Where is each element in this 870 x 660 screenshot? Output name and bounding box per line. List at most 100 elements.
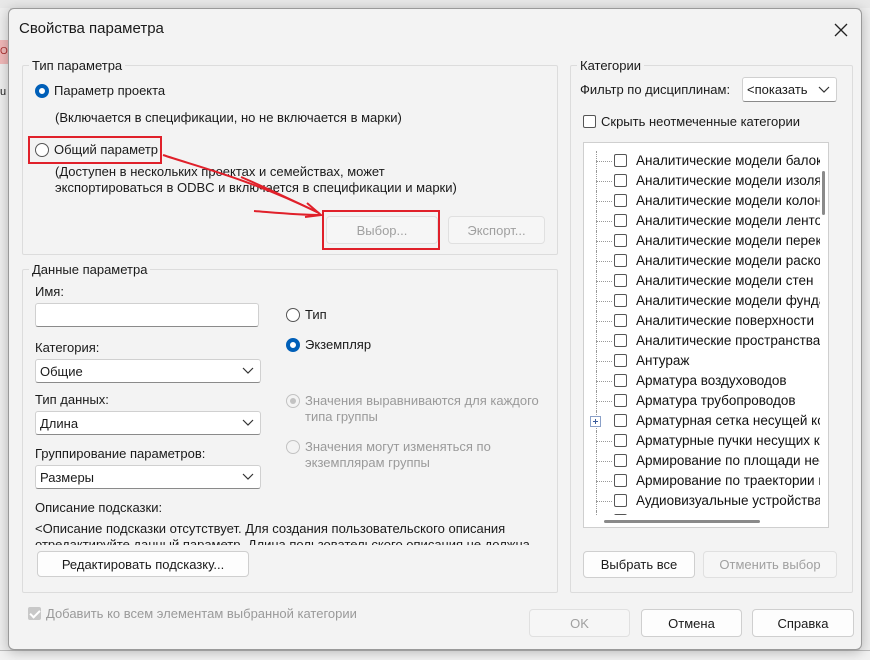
category-checkbox[interactable] <box>614 174 627 187</box>
category-item[interactable]: Арматурная сетка несущей конструкции <box>584 411 820 431</box>
category-item[interactable]: Аналитические поверхности <box>584 311 820 331</box>
help-button[interactable]: Справка <box>752 609 854 637</box>
radio-disabled-icon <box>286 440 300 454</box>
category-item[interactable]: Армирование по площади несущих конструкц… <box>584 451 820 471</box>
values-aligned-radio[interactable]: Значения выравниваются для каждого типа … <box>286 393 539 425</box>
category-item[interactable]: Антураж <box>584 351 820 371</box>
tree-connector <box>596 221 612 222</box>
grouping-label: Группирование параметров: <box>35 446 206 461</box>
values-vary-line1: Значения могут изменяться по <box>305 439 491 454</box>
category-item[interactable]: Аналитические модели фундаментов <box>584 291 820 311</box>
category-item[interactable]: Аналитические модели изоляции <box>584 171 820 191</box>
category-checkbox[interactable] <box>614 434 627 447</box>
category-checkbox[interactable] <box>614 294 627 307</box>
type-radio[interactable]: Тип <box>286 307 327 322</box>
export-button[interactable]: Экспорт... <box>448 216 545 244</box>
tree-connector <box>596 501 612 502</box>
categories-tree[interactable]: Аналитические модели балок Аналитические … <box>583 142 829 528</box>
shared-param-radio[interactable]: Общий параметр <box>35 142 158 157</box>
category-item-label: Аналитические модели ленточных фундамент… <box>636 213 820 228</box>
ok-button[interactable]: OK <box>529 609 630 637</box>
dialog-titlebar: Свойства параметра <box>9 9 861 49</box>
type-radio-label: Тип <box>305 307 327 322</box>
tree-vertical-scrollbar[interactable] <box>820 143 828 515</box>
category-label: Категория: <box>35 340 100 355</box>
category-item-label: Аналитические модели стен <box>636 273 814 288</box>
chevron-down-icon <box>818 86 830 93</box>
category-item[interactable]: Аналитические модели раскосов <box>584 251 820 271</box>
values-vary-radio[interactable]: Значения могут изменяться по экземплярам… <box>286 439 491 471</box>
category-item[interactable]: Аудиовизуальные устройства <box>584 491 820 511</box>
category-item-label: Арматурная сетка несущей конструкции <box>636 413 820 428</box>
category-item[interactable]: Арматура трубопроводов <box>584 391 820 411</box>
category-item[interactable]: Аналитические модели ленточных фундамент… <box>584 211 820 231</box>
category-item[interactable]: Аналитические пространства <box>584 331 820 351</box>
tree-connector <box>596 161 612 162</box>
datatype-select[interactable]: Длина <box>35 411 261 435</box>
deselect-all-button[interactable]: Отменить выбор <box>703 551 837 578</box>
dialog-title: Свойства параметра <box>19 20 164 37</box>
category-checkbox[interactable] <box>614 394 627 407</box>
add-to-all-checkbox[interactable]: Добавить ко всем элементам выбранной кат… <box>28 606 357 621</box>
category-checkbox[interactable] <box>614 354 627 367</box>
project-param-radio[interactable]: Параметр проекта <box>35 83 165 98</box>
category-checkbox[interactable] <box>614 254 627 267</box>
hide-unchecked-checkbox[interactable]: Скрыть неотмеченные категории <box>583 114 800 129</box>
category-select-value: Общие <box>40 363 83 379</box>
instance-radio-label: Экземпляр <box>305 337 372 352</box>
category-checkbox[interactable] <box>614 334 627 347</box>
tree-connector <box>596 261 612 262</box>
checkbox-unchecked-icon <box>583 115 596 128</box>
project-param-description: (Включается в спецификации, но не включа… <box>55 110 402 125</box>
background-app-strip <box>0 0 870 8</box>
category-checkbox[interactable] <box>614 234 627 247</box>
parameter-properties-dialog: Свойства параметра Тип параметра Парамет… <box>8 8 862 650</box>
cancel-button[interactable]: Отмена <box>641 609 742 637</box>
datatype-label: Тип данных: <box>35 392 109 407</box>
tree-connector <box>596 401 612 402</box>
category-item[interactable]: Аналитические модели стен <box>584 271 820 291</box>
category-item[interactable]: Аналитические модели балок <box>584 151 820 171</box>
category-checkbox[interactable] <box>614 274 627 287</box>
category-item-label: Антураж <box>636 353 690 368</box>
category-item[interactable]: Аналитические модели перекрытий <box>584 231 820 251</box>
tree-horizontal-scrollbar[interactable] <box>584 515 820 527</box>
category-item-label: Арматура трубопроводов <box>636 393 796 408</box>
category-checkbox[interactable] <box>614 214 627 227</box>
close-button[interactable] <box>827 17 855 43</box>
name-input[interactable] <box>35 303 259 327</box>
radio-checked-icon <box>35 83 49 98</box>
scrollbar-thumb[interactable] <box>822 171 825 215</box>
category-checkbox[interactable] <box>614 154 627 167</box>
values-vary-line2: экземплярам группы <box>305 455 430 470</box>
discipline-filter-select[interactable]: <показать <box>742 77 837 102</box>
category-item-label: Аналитические пространства <box>636 333 820 348</box>
tree-connector <box>596 461 612 462</box>
scrollbar-thumb[interactable] <box>604 520 760 523</box>
select-button[interactable]: Выбор... <box>326 216 438 244</box>
category-checkbox[interactable] <box>614 194 627 207</box>
edit-tooltip-button[interactable]: Редактировать подсказку... <box>37 551 249 577</box>
category-checkbox[interactable] <box>614 494 627 507</box>
category-select[interactable]: Общие <box>35 359 261 383</box>
tree-connector <box>596 201 612 202</box>
expand-plus-icon[interactable] <box>590 416 601 427</box>
instance-radio[interactable]: Экземпляр <box>286 337 371 352</box>
category-item[interactable]: Армирование по траектории несущих констр… <box>584 471 820 491</box>
category-item[interactable]: Аналитические модели колонн <box>584 191 820 211</box>
grouping-select[interactable]: Размеры <box>35 465 261 489</box>
category-checkbox[interactable] <box>614 314 627 327</box>
category-checkbox[interactable] <box>614 454 627 467</box>
add-to-all-label: Добавить ко всем элементам выбранной кат… <box>46 606 357 621</box>
select-all-button[interactable]: Выбрать все <box>583 551 695 578</box>
chevron-down-icon <box>242 367 254 374</box>
category-checkbox[interactable] <box>614 414 627 427</box>
discipline-filter-value: <показать <box>747 82 808 97</box>
category-item[interactable]: Арматурные пучки несущих конструкций <box>584 431 820 451</box>
radio-unchecked-icon <box>35 142 49 157</box>
tree-connector <box>596 481 612 482</box>
category-checkbox[interactable] <box>614 474 627 487</box>
discipline-filter-label: Фильтр по дисциплинам: <box>580 82 731 97</box>
category-item[interactable]: Арматура воздуховодов <box>584 371 820 391</box>
category-checkbox[interactable] <box>614 374 627 387</box>
